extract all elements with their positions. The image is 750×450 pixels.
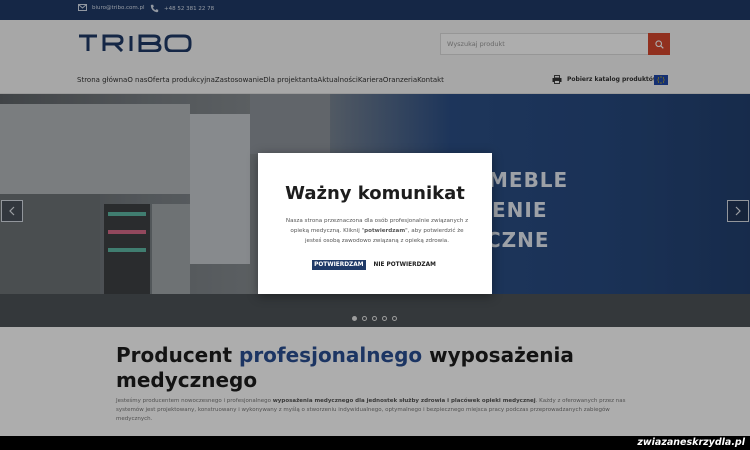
- modal-backdrop: Ważny komunikat Nasza strona przeznaczon…: [0, 0, 750, 450]
- watermark-bar: zwiazaneskrzydla.pl: [0, 436, 750, 450]
- modal-message: Nasza strona przeznaczona dla osób profe…: [284, 216, 470, 246]
- modal-actions: POTWIERDZAM NIE POTWIERDZAM: [258, 260, 492, 270]
- confirm-button[interactable]: POTWIERDZAM: [312, 260, 366, 270]
- decline-button[interactable]: NIE POTWIERDZAM: [372, 260, 438, 270]
- modal-title: Ważny komunikat: [285, 183, 465, 204]
- modal-msg-bold: potwierdzam: [364, 228, 406, 234]
- notice-modal: Ważny komunikat Nasza strona przeznaczon…: [258, 153, 492, 294]
- watermark-text: zwiazaneskrzydla.pl: [637, 437, 745, 448]
